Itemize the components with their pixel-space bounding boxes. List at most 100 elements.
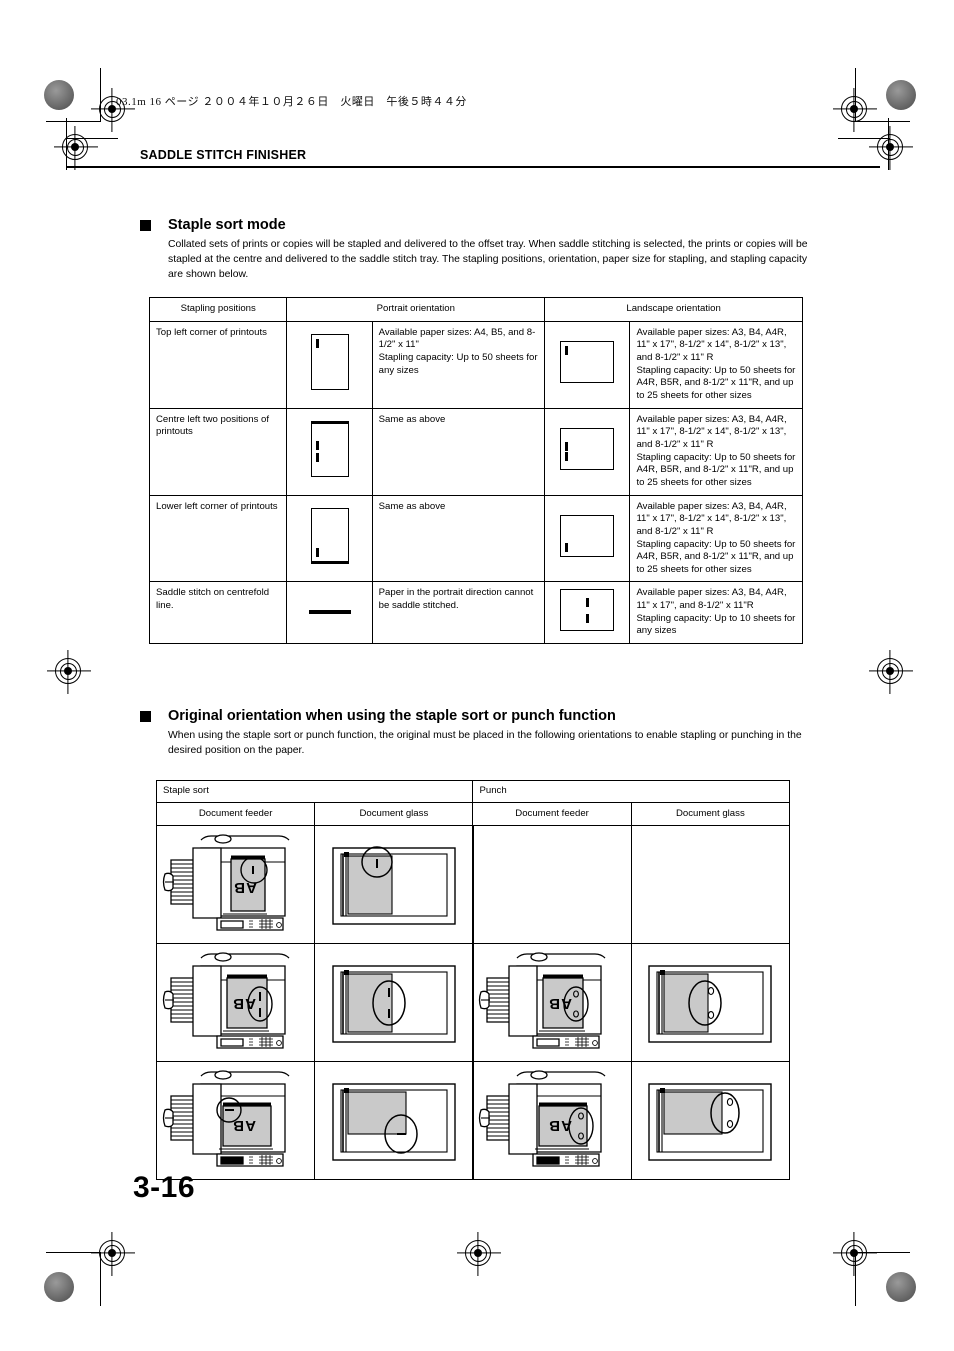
original-letter-a: A: [245, 1117, 256, 1134]
staple-mark-icon: [585, 597, 589, 607]
staple-mark-icon: [585, 614, 589, 624]
cell-portrait-text: Same as above: [371, 494, 546, 583]
table-row: Centre left two positions of printouts S…: [148, 407, 803, 496]
cell-punch-glass-row2: [630, 943, 791, 1063]
cell-punch-feeder-row2: A B: [472, 943, 632, 1063]
cell-landscape-icon: [544, 320, 631, 409]
cell-staple-feeder-row3: A B: [155, 1061, 316, 1181]
staple-positions-table: Stapling positions Portrait orientation …: [148, 297, 803, 645]
paper-landscape-staple-top-left-icon: [560, 341, 615, 384]
th-portrait-orientation: Portrait orientation: [286, 297, 546, 322]
header-rule: [66, 166, 880, 168]
cell-landscape-icon: [544, 407, 631, 496]
th-staple-document-glass: Document glass: [314, 801, 474, 827]
table-row: Lower left corner of printouts Same as a…: [148, 494, 803, 583]
paper-landscape-staple-lower-left-icon: [560, 515, 615, 558]
dash-not-available-icon: [308, 610, 351, 615]
cell-portrait-icon: [286, 407, 373, 496]
original-letter-a: A: [246, 879, 257, 896]
table-row: Saddle stitch on centrefold line. Paper …: [148, 581, 803, 645]
staple-mark-icon: [315, 453, 319, 463]
section-staple-sort-body: Collated sets of prints or copies will b…: [168, 238, 812, 282]
square-bullet-icon: [140, 711, 151, 722]
registration-mark-middle-left: [55, 658, 81, 684]
registration-mark-middle-right: [877, 658, 903, 684]
section-original-orientation-paragraph: When using the staple sort or punch func…: [168, 730, 802, 756]
cell-staple-glass-row3: [314, 1061, 474, 1181]
cell-staple-feeder-row1: A B: [155, 825, 316, 945]
th-landscape-orientation: Landscape orientation: [544, 297, 803, 322]
paper-portrait-staple-centre-left-two-icon: [310, 421, 349, 478]
table-row: A B: [155, 943, 791, 1063]
ink-density-blob-top-left: [44, 80, 74, 110]
crop-line-top-right-h: [856, 121, 910, 123]
cell-landscape-text: Available paper sizes: A3, B4, A4R, 11" …: [629, 320, 803, 409]
cell-staple-glass-row2: [314, 943, 474, 1063]
th-staple-document-feeder: Document feeder: [155, 801, 316, 827]
registration-mark-inner-top-left: [62, 134, 88, 160]
registration-mark-bottom-center: [465, 1240, 491, 1266]
cell-punch-glass-row1-empty: [630, 825, 791, 945]
cell-staple-feeder-row2: A B: [155, 943, 316, 1063]
section-staple-sort-heading-text: Staple sort mode: [168, 217, 286, 233]
print-job-header: 03.1m 16 ページ ２００４年１０月２６日 火曜日 午後５時４４分: [116, 96, 467, 108]
cell-portrait-icon: [286, 581, 373, 645]
glass-landscape-punch-right-illustration: [632, 1062, 789, 1179]
cell-portrait-text: Same as above: [371, 407, 546, 496]
registration-mark-bottom-right: [841, 1240, 867, 1266]
cell-portrait-icon: [286, 494, 373, 583]
table-sub-header-row: Document feeder Document glass Document …: [155, 801, 791, 827]
cell-landscape-icon: [544, 494, 631, 583]
cell-punch-feeder-row1-empty: [472, 825, 632, 945]
table-group-header-row: Staple sort Punch: [155, 780, 790, 803]
registration-mark-inner-top-right: [877, 134, 903, 160]
ink-density-blob-top-right: [886, 80, 916, 110]
paper-landscape-staple-centre-left-two-icon: [560, 428, 615, 471]
cell-position-label: Saddle stitch on centrefold line.: [148, 581, 288, 645]
staple-mark-icon: [565, 543, 569, 553]
staple-mark-icon: [565, 442, 569, 452]
copier-feeder-landscape-staple-left-illustration: A B: [157, 1062, 314, 1179]
paper-portrait-staple-lower-left-icon: [310, 508, 349, 565]
cell-punch-feeder-row3: A B: [472, 1061, 632, 1181]
cell-staple-glass-row1: [314, 825, 474, 945]
original-letter-a: A: [561, 995, 572, 1012]
original-letter-a: A: [561, 1117, 572, 1134]
original-letter-b: B: [233, 995, 244, 1012]
copier-feeder-portrait-staple-right-illustration: A B: [157, 944, 314, 1061]
cell-portrait-text: Paper in the portrait direction cannot b…: [371, 581, 546, 645]
crop-line-top-left-h: [46, 121, 100, 123]
registration-mark-top-right: [841, 96, 867, 122]
page-number: 3-16: [133, 1171, 196, 1204]
copier-feeder-portrait-staple-top-illustration: A B: [157, 826, 314, 943]
cell-position-label: Centre left two positions of printouts: [148, 407, 288, 496]
staple-mark-icon: [565, 451, 569, 461]
section-staple-sort-mode: Staple sort mode Collated sets of prints…: [140, 216, 812, 282]
cell-punch-glass-row3: [630, 1061, 791, 1181]
cell-landscape-icon: [544, 581, 631, 645]
paper-landscape-saddle-stitch-centre-icon: [560, 589, 615, 632]
section-staple-sort-heading: Staple sort mode: [140, 216, 812, 234]
section-original-orientation-heading: Original orientation when using the stap…: [140, 707, 812, 725]
cell-landscape-text: Available paper sizes: A3, B4, A4R, 11" …: [629, 581, 803, 645]
cell-position-label: Lower left corner of printouts: [148, 494, 288, 583]
table-row: A B: [155, 1061, 791, 1181]
glass-landscape-staple-bottom-illustration: [315, 1062, 472, 1179]
th-punch-document-feeder: Document feeder: [472, 801, 632, 827]
registration-mark-bottom-left: [99, 1240, 125, 1266]
cell-portrait-text: Available paper sizes: A4, B5, and 8-1/2…: [371, 320, 546, 409]
th-punch-document-glass: Document glass: [630, 801, 791, 827]
cell-position-label: Top left corner of printouts: [148, 320, 288, 409]
cell-portrait-icon: [286, 320, 373, 409]
staple-mark-icon: [315, 339, 319, 349]
original-letter-b: B: [549, 1117, 560, 1134]
glass-portrait-punch-right-illustration: [632, 944, 789, 1061]
table-header-row: Stapling positions Portrait orientation …: [148, 297, 803, 322]
table-row: Top left corner of printouts Available p…: [148, 320, 803, 409]
cell-landscape-text: Available paper sizes: A3, B4, A4R, 11" …: [629, 407, 803, 496]
staple-mark-icon: [315, 548, 319, 558]
section-original-orientation: Original orientation when using the stap…: [140, 707, 812, 759]
glass-portrait-staple-top-illustration: [315, 826, 472, 943]
original-orientation-table: Staple sort Punch Document feeder Docume…: [155, 780, 791, 1181]
ink-density-blob-bottom-left: [44, 1272, 74, 1302]
